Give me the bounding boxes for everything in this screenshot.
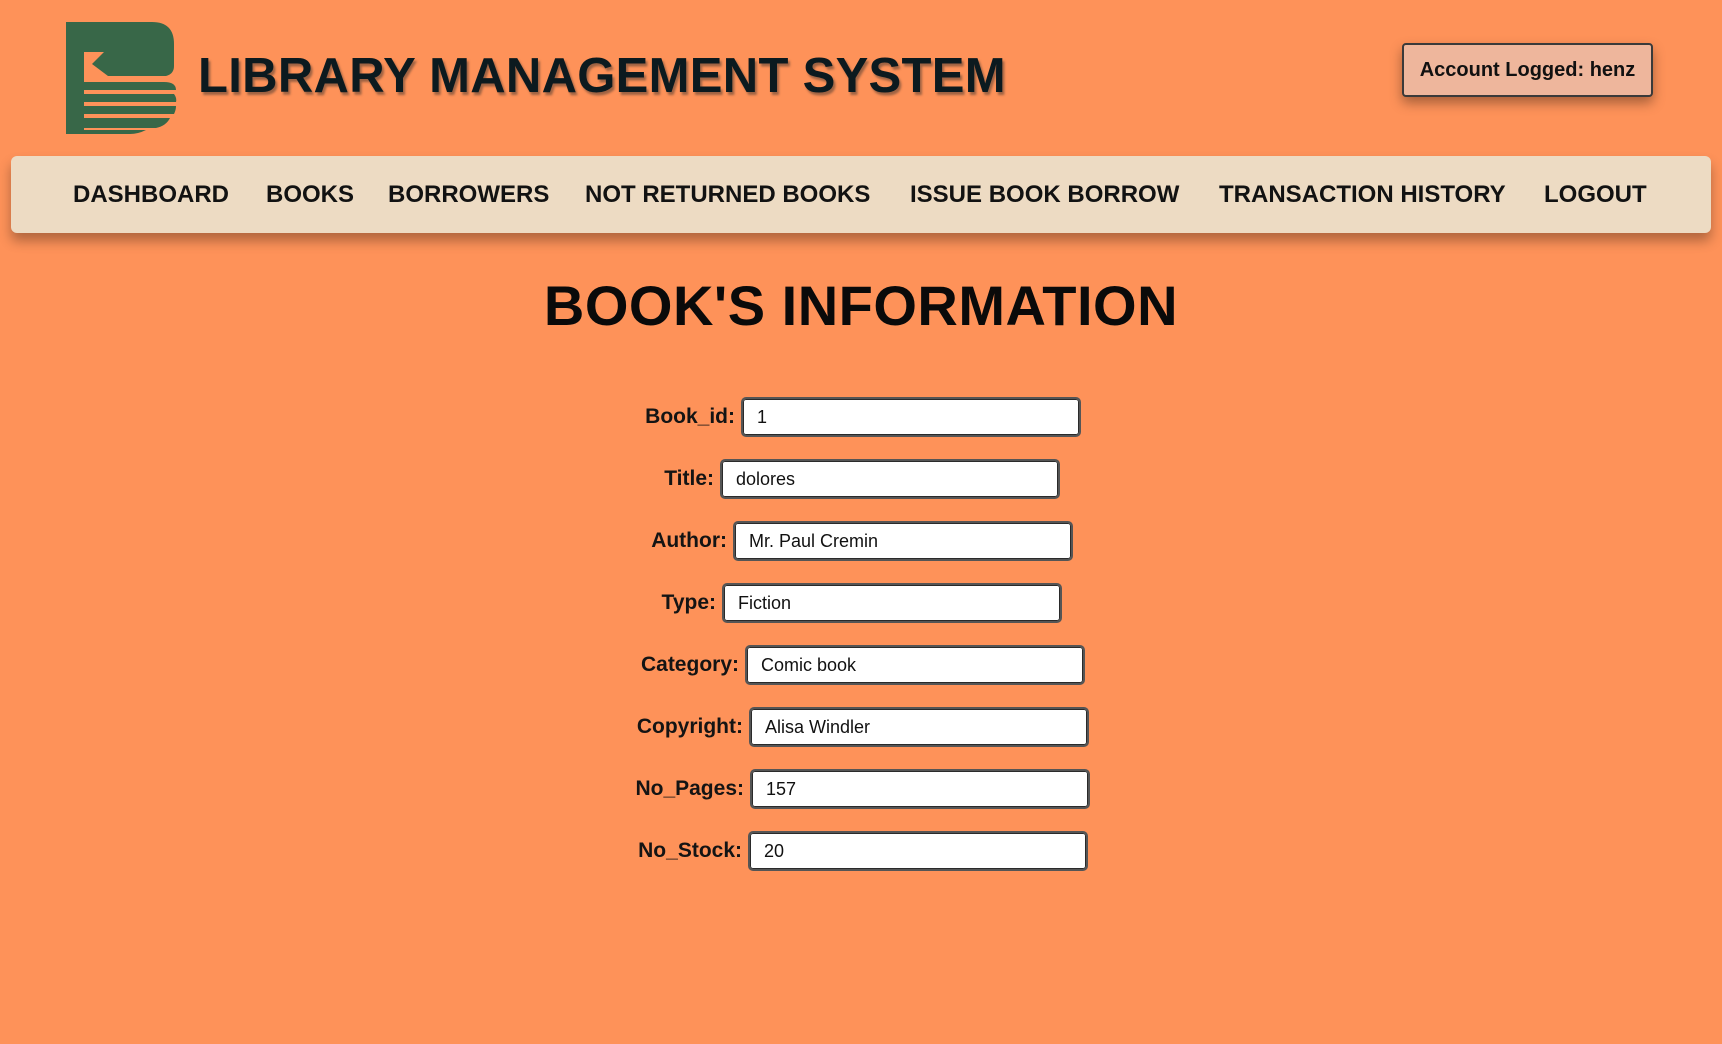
title-label: Title:: [664, 467, 714, 490]
author-label: Author:: [651, 529, 727, 552]
nav-borrowers[interactable]: BORROWERS: [388, 156, 549, 233]
category-input[interactable]: [745, 645, 1085, 685]
book-id-label: Book_id:: [645, 405, 735, 428]
book-id-input[interactable]: [741, 397, 1081, 437]
title-input[interactable]: [720, 459, 1060, 499]
nav-transaction-history[interactable]: TRANSACTION HISTORY: [1219, 156, 1506, 233]
nav-dashboard[interactable]: DASHBOARD: [73, 156, 229, 233]
page-title: BOOK'S INFORMATION: [543, 274, 1179, 337]
nav-logout[interactable]: LOGOUT: [1544, 156, 1647, 233]
type-label: Type:: [661, 591, 716, 614]
app-title: LIBRARY MANAGEMENT SYSTEM: [198, 49, 1006, 103]
no-stock-label: No_Stock:: [638, 839, 742, 862]
account-logged-badge[interactable]: Account Logged: henz: [1402, 43, 1653, 97]
category-label: Category:: [640, 653, 739, 676]
nav-not-returned-books[interactable]: NOT RETURNED BOOKS: [585, 156, 870, 233]
no-pages-label: No_Pages:: [635, 777, 744, 800]
main-navbar: DASHBOARD BOOKS BORROWERS NOT RETURNED B…: [11, 156, 1711, 233]
type-input[interactable]: [722, 583, 1062, 623]
header: LIBRARY MANAGEMENT SYSTEM Account Logged…: [0, 0, 1722, 150]
no-stock-input[interactable]: [748, 831, 1088, 871]
nav-issue-book-borrow[interactable]: ISSUE BOOK BORROW: [910, 156, 1179, 233]
no-pages-input[interactable]: [750, 769, 1090, 809]
copyright-label: Copyright:: [636, 715, 743, 738]
nav-books[interactable]: BOOKS: [266, 156, 354, 233]
book-stack-logo-icon: [66, 22, 177, 134]
copyright-input[interactable]: [749, 707, 1089, 747]
author-input[interactable]: [733, 521, 1073, 561]
